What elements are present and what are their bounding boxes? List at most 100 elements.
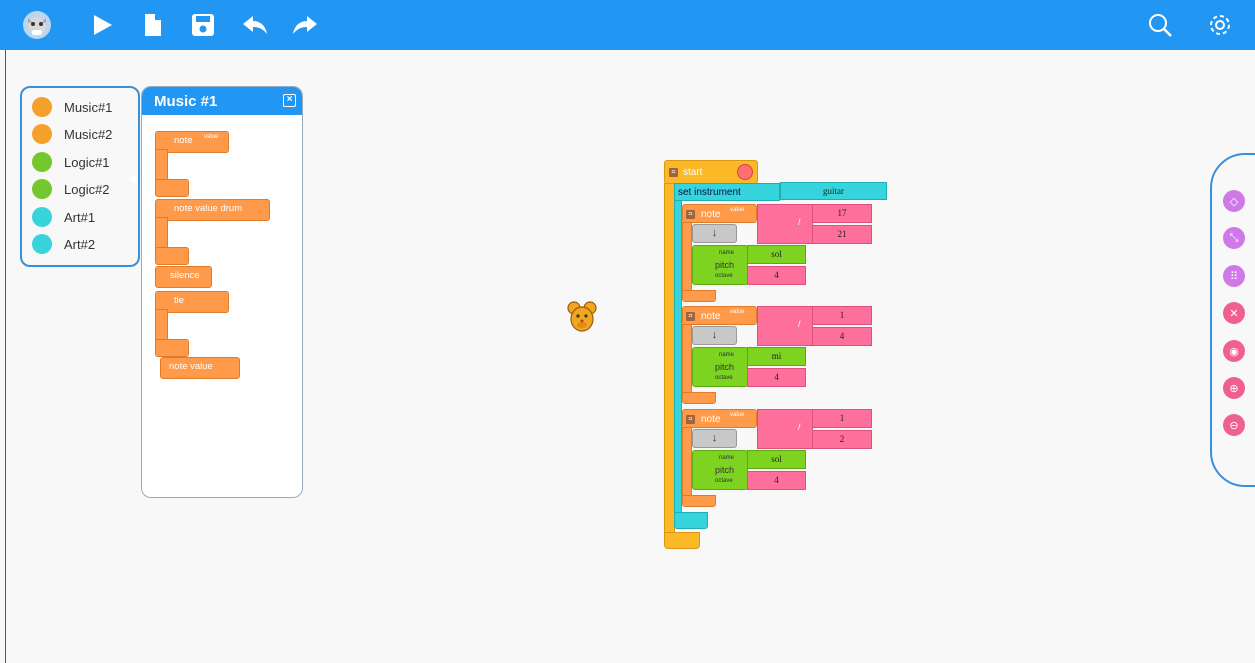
set-instrument-bottom xyxy=(674,512,708,529)
zoom-in-icon[interactable]: ⊕ xyxy=(1223,377,1245,399)
category-label: Art#2 xyxy=(64,236,96,252)
category-music-1[interactable]: Music#1 xyxy=(32,96,112,118)
category-logic-2[interactable]: Logic#2 xyxy=(32,178,110,200)
numerator-input[interactable]: 1 xyxy=(812,409,872,428)
pitch-name-input[interactable]: mi xyxy=(747,347,806,366)
settings-icon[interactable] xyxy=(1205,10,1235,40)
save-icon[interactable] xyxy=(188,10,218,40)
divide-symbol: / xyxy=(798,217,801,227)
drum-block-top: note value drum xyxy=(155,199,270,221)
octave-input[interactable]: 4 xyxy=(747,266,806,285)
redo-icon[interactable] xyxy=(290,10,320,40)
hand-flag-icon[interactable] xyxy=(737,164,753,180)
octave-label: octave xyxy=(715,375,733,381)
name-label: name xyxy=(719,250,735,256)
divide-block[interactable]: / xyxy=(757,306,813,346)
divide-symbol: / xyxy=(798,422,801,432)
drag-handle-icon[interactable]: ⌗ xyxy=(686,312,695,321)
pitch-label: pitch xyxy=(715,260,735,270)
divide-block[interactable]: / xyxy=(757,204,813,244)
value-label: value xyxy=(730,309,745,315)
arrow-block[interactable]: ↓ xyxy=(692,429,737,448)
note-block-bottom xyxy=(682,290,716,302)
flyout-header: Music #1 × xyxy=(142,87,302,115)
pitch-block[interactable]: name pitch octave xyxy=(692,450,748,490)
category-palette: Music#1 Music#2 Logic#1 Logic#2 Art#1 Ar… xyxy=(20,86,140,267)
denominator-input[interactable]: 4 xyxy=(812,327,872,346)
drag-handle-icon[interactable]: ⌗ xyxy=(686,210,695,219)
undo-icon[interactable] xyxy=(240,10,270,40)
category-dot-icon xyxy=(32,207,52,227)
category-label: Art#1 xyxy=(64,209,96,225)
numerator-input[interactable]: 17 xyxy=(812,204,872,223)
silence-block[interactable]: silence xyxy=(155,266,212,288)
note-block-spine xyxy=(682,427,692,499)
top-toolbar xyxy=(0,0,1255,50)
drum-block-spine xyxy=(155,217,168,251)
octave-label: octave xyxy=(715,478,733,484)
drag-handle-icon[interactable]: ⌗ xyxy=(669,168,678,177)
denominator-input[interactable]: 2 xyxy=(812,430,872,449)
set-instrument-block[interactable]: set instrument xyxy=(674,183,780,201)
note-block-header: ⌗ note value xyxy=(682,409,757,428)
close-icon[interactable]: × xyxy=(283,94,296,107)
category-label: Logic#2 xyxy=(64,181,110,197)
category-label: Music#1 xyxy=(64,99,113,115)
arrow-block[interactable]: ↓ xyxy=(692,326,737,345)
value-label: value xyxy=(730,207,745,213)
set-instrument-label: set instrument xyxy=(678,187,741,198)
shrink-icon[interactable]: ✕ xyxy=(1223,302,1245,324)
instrument-input[interactable]: guitar xyxy=(780,182,887,200)
eraser-icon[interactable]: ◇ xyxy=(1223,190,1245,212)
start-block[interactable]: ⌗ start xyxy=(664,160,758,184)
value-label: value xyxy=(204,134,219,140)
arrow-block[interactable]: ↓ xyxy=(692,224,737,243)
mouse-sprite-icon[interactable] xyxy=(566,299,598,333)
octave-input[interactable]: 4 xyxy=(747,368,806,387)
category-dot-icon xyxy=(32,179,52,199)
category-logic-1[interactable]: Logic#1 xyxy=(32,151,110,173)
note-label: note xyxy=(701,414,721,425)
drag-handle-icon[interactable]: ⌗ xyxy=(686,415,695,424)
note-value-label: note value xyxy=(169,361,213,372)
pitch-name-input[interactable]: sol xyxy=(747,245,806,264)
tie-block-bottom xyxy=(155,339,189,357)
search-icon[interactable] xyxy=(1145,10,1175,40)
set-instrument-spine xyxy=(674,200,682,516)
category-art-2[interactable]: Art#2 xyxy=(32,233,95,255)
eye-icon[interactable]: ◉ xyxy=(1223,340,1245,362)
category-art-1[interactable]: Art#1 xyxy=(32,206,95,228)
new-file-icon[interactable] xyxy=(138,10,168,40)
mascot-logo-icon[interactable] xyxy=(22,10,52,40)
category-dot-icon xyxy=(32,234,52,254)
note-block-spine xyxy=(682,324,692,396)
tie-block[interactable]: tie xyxy=(155,291,230,357)
numerator-input[interactable]: 1 xyxy=(812,306,872,325)
palette-pointer xyxy=(129,173,137,185)
category-dot-icon xyxy=(32,152,52,172)
denominator-input[interactable]: 21 xyxy=(812,225,872,244)
pitch-block[interactable]: name pitch octave xyxy=(692,347,748,387)
octave-input[interactable]: 4 xyxy=(747,471,806,490)
pitch-name-input[interactable]: sol xyxy=(747,450,806,469)
note-value-block[interactable]: note value xyxy=(160,357,240,379)
flyout-title: Music #1 xyxy=(154,92,218,110)
note-block[interactable]: note value xyxy=(155,131,230,197)
zoom-out-icon[interactable]: ⊖ xyxy=(1223,414,1245,436)
name-label: name xyxy=(719,352,735,358)
category-music-2[interactable]: Music#2 xyxy=(32,123,112,145)
collapse-icon[interactable]: ⤡ xyxy=(1223,227,1245,249)
grid-icon[interactable]: ⠿ xyxy=(1223,265,1245,287)
note-value-drum-block[interactable]: note value drum xyxy=(155,199,275,265)
note-block-bottom xyxy=(682,495,716,507)
divide-block[interactable]: / xyxy=(757,409,813,449)
tie-label: tie xyxy=(174,295,185,306)
play-icon[interactable] xyxy=(87,10,117,40)
note-label: note xyxy=(701,311,721,322)
block-flyout: Music #1 × note value note value drum si… xyxy=(141,86,303,498)
start-label: start xyxy=(683,167,703,178)
divide-symbol: / xyxy=(798,319,801,329)
category-dot-icon xyxy=(32,124,52,144)
pitch-block[interactable]: name pitch octave xyxy=(692,245,748,285)
pitch-label: pitch xyxy=(715,362,735,372)
